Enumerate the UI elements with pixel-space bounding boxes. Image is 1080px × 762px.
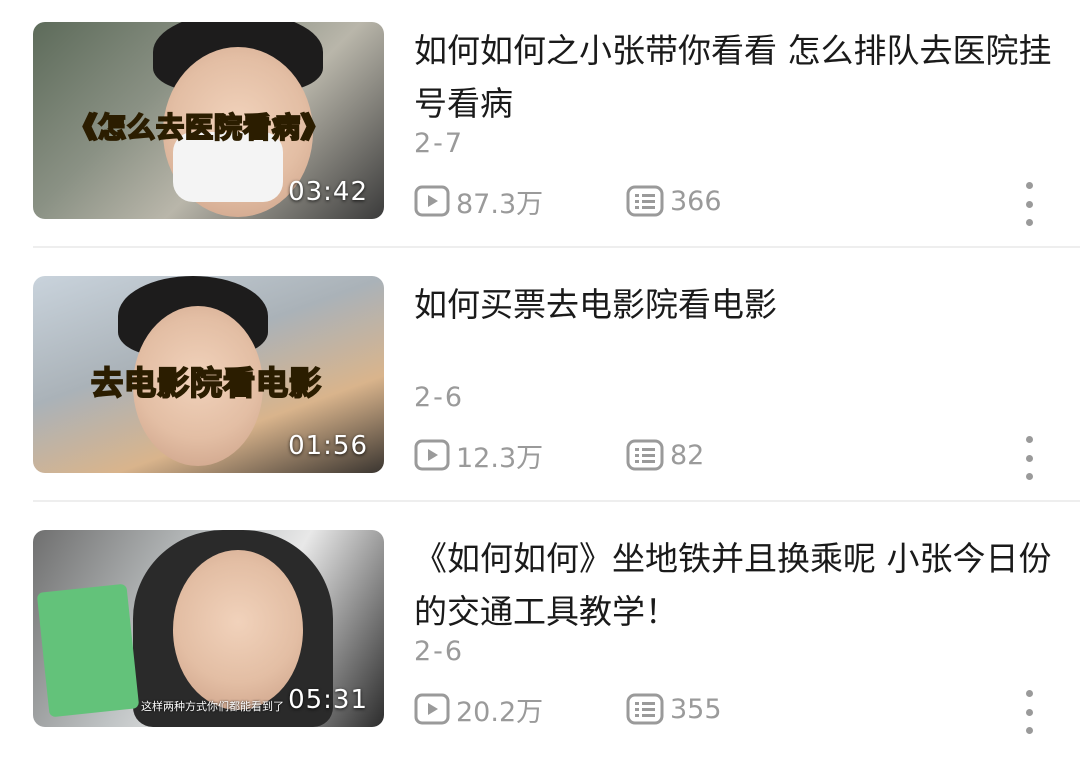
video-thumbnail[interactable]: 去电影院看电影 01:56 xyxy=(33,276,384,473)
video-duration: 03:42 xyxy=(288,177,368,207)
video-duration: 01:56 xyxy=(288,431,368,461)
comment-count: 355 xyxy=(626,689,722,729)
thumbnail-caption: 去电影院看电影 xyxy=(90,363,323,403)
video-title[interactable]: 如何买票去电影院看电影 xyxy=(414,278,1054,331)
video-title[interactable]: 《如何如何》坐地铁并且换乘呢 小张今日份的交通工具教学！ xyxy=(414,532,1054,638)
transit-card xyxy=(36,583,140,718)
video-date: 2-6 xyxy=(414,382,465,413)
more-vertical-icon[interactable] xyxy=(1016,182,1042,226)
video-item[interactable]: 这样两种方式你们都能看到了 05:31 《如何如何》坐地铁并且换乘呢 小张今日份… xyxy=(0,508,1080,762)
divider xyxy=(33,500,1080,502)
play-icon xyxy=(414,185,450,217)
thumbnail-caption: 《怎么去医院看病》 xyxy=(68,110,331,145)
video-date: 2-6 xyxy=(414,636,465,667)
more-vertical-icon[interactable] xyxy=(1016,436,1042,480)
video-item[interactable]: 《怎么去医院看病》 03:42 如何如何之小张带你看看 怎么排队去医院挂号看病 … xyxy=(0,0,1080,254)
comment-count-value: 366 xyxy=(670,185,722,217)
play-icon xyxy=(414,439,450,471)
comment-count-value: 82 xyxy=(670,439,705,471)
view-count: 87.3万 xyxy=(414,181,543,221)
comment-count-value: 355 xyxy=(670,693,722,725)
video-thumbnail[interactable]: 这样两种方式你们都能看到了 05:31 xyxy=(33,530,384,727)
danmaku-icon xyxy=(626,439,664,471)
video-list: 《怎么去医院看病》 03:42 如何如何之小张带你看看 怎么排队去医院挂号看病 … xyxy=(0,0,1080,751)
view-count-value: 87.3万 xyxy=(456,188,544,220)
video-duration: 05:31 xyxy=(288,685,368,715)
video-thumbnail[interactable]: 《怎么去医院看病》 03:42 xyxy=(33,22,384,219)
divider xyxy=(33,246,1080,248)
view-count: 12.3万 xyxy=(414,435,543,475)
danmaku-icon xyxy=(626,693,664,725)
more-vertical-icon[interactable] xyxy=(1016,690,1042,734)
comment-count: 366 xyxy=(626,181,722,221)
view-count: 20.2万 xyxy=(414,689,543,729)
thumbnail-subtitle: 这样两种方式你们都能看到了 xyxy=(141,700,284,713)
view-count-value: 20.2万 xyxy=(456,696,544,728)
video-item[interactable]: 去电影院看电影 01:56 如何买票去电影院看电影 2-6 12.3万 82 xyxy=(0,254,1080,508)
comment-count: 82 xyxy=(626,435,704,475)
play-icon xyxy=(414,693,450,725)
video-date: 2-7 xyxy=(414,128,465,159)
danmaku-icon xyxy=(626,185,664,217)
view-count-value: 12.3万 xyxy=(456,442,544,474)
video-title[interactable]: 如何如何之小张带你看看 怎么排队去医院挂号看病 xyxy=(414,24,1054,130)
